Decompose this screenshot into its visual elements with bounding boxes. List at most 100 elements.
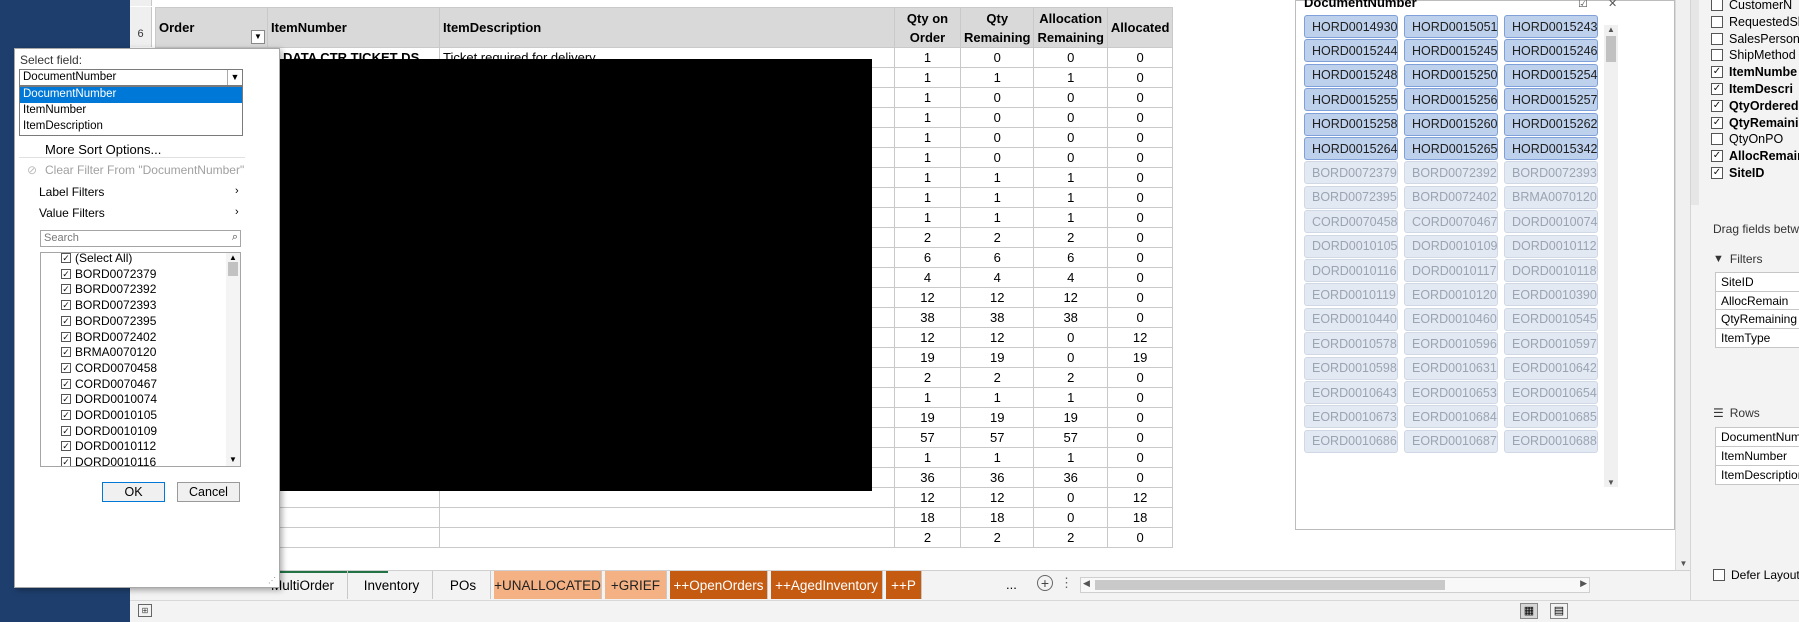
slicer-item[interactable]: EORD0010688	[1504, 429, 1598, 453]
cell-qty[interactable]: 1	[894, 127, 961, 148]
value-checkbox[interactable]: ✓	[61, 315, 71, 326]
header-order[interactable]: Order ▼	[155, 7, 268, 48]
cell-remaining[interactable]: 6	[959, 247, 1035, 268]
slicer-item[interactable]: EORD0010642	[1504, 356, 1598, 380]
row-field-chip[interactable]: DocumentNum	[1715, 427, 1799, 447]
cell-qty[interactable]: 12	[894, 487, 961, 508]
sheet-tab[interactable]: +GRIEF	[605, 571, 667, 599]
row-field-chip[interactable]: ItemNumber	[1715, 446, 1799, 466]
slicer-item[interactable]: BORD0072393	[1504, 161, 1598, 185]
field-item[interactable]: ✓ QtyOrdered	[1711, 99, 1798, 113]
cell-allocated[interactable]: 0	[1106, 247, 1174, 268]
cell-qty[interactable]: 2	[894, 227, 961, 248]
cell-remaining[interactable]: 2	[959, 527, 1035, 548]
cell-remaining[interactable]: 1	[959, 67, 1035, 88]
cell-remaining[interactable]: 0	[959, 47, 1035, 68]
header-itemdescription[interactable]: ItemDescription	[439, 7, 895, 48]
cell-qty[interactable]: 12	[894, 287, 961, 308]
cell-qty[interactable]: 1	[894, 167, 961, 188]
value-checkbox[interactable]: ✓	[61, 394, 71, 405]
cell-qty[interactable]: 57	[894, 427, 961, 448]
slicer-item[interactable]: HORD0015258	[1304, 112, 1398, 136]
cell-allocated[interactable]: 0	[1106, 467, 1174, 488]
cell-allocated[interactable]: 0	[1106, 287, 1174, 308]
scroll-down-icon[interactable]: ▼	[226, 455, 240, 464]
cell-allocated[interactable]: 0	[1106, 527, 1174, 548]
filter-field-chip[interactable]: AllocRemain	[1715, 290, 1799, 311]
slicer-item[interactable]: EORD0010686	[1304, 429, 1398, 453]
cell-allocated[interactable]: 0	[1106, 107, 1174, 128]
tab-options-icon[interactable]: ⋮	[1060, 575, 1073, 591]
cell-allocated[interactable]: 0	[1106, 387, 1174, 408]
cell-remaining[interactable]: 2	[959, 367, 1035, 388]
clear-filter-item[interactable]: Clear Filter From "DocumentNumber"	[45, 163, 244, 177]
cell-alloc-remaining[interactable]: 57	[1033, 427, 1108, 448]
cell-qty[interactable]: 19	[894, 347, 961, 368]
cell-remaining[interactable]: 1	[959, 387, 1035, 408]
cell-qty[interactable]: 18	[894, 507, 961, 528]
slicer-item[interactable]: HORD0015262	[1504, 112, 1598, 136]
slicer-item[interactable]: DORD0010105	[1304, 234, 1398, 258]
filter-value-item[interactable]: ✓ CORD0070467	[61, 377, 157, 391]
slicer-item[interactable]: EORD0010598	[1304, 356, 1398, 380]
cell-allocated[interactable]: 0	[1106, 147, 1174, 168]
cell-itemdescription[interactable]	[439, 507, 895, 528]
field-item[interactable]: SalesPersonI	[1711, 32, 1799, 46]
slicer-item[interactable]: EORD0010596	[1404, 332, 1498, 356]
cell-remaining[interactable]: 4	[959, 267, 1035, 288]
field-item[interactable]: ✓ ItemNumbe	[1711, 65, 1797, 79]
cell-itemnumber[interactable]	[267, 507, 440, 528]
filter-value-item[interactable]: ✓ BORD0072393	[61, 298, 156, 312]
cell-remaining[interactable]: 0	[959, 87, 1035, 108]
option-documentnumber[interactable]: DocumentNumber	[20, 87, 242, 103]
value-checkbox[interactable]: ✓	[61, 347, 71, 358]
value-checkbox[interactable]: ✓	[61, 378, 71, 389]
cell-allocated[interactable]: 0	[1106, 207, 1174, 228]
slicer-item[interactable]: HORD0015260	[1404, 112, 1498, 136]
value-checkbox[interactable]: ✓	[61, 457, 71, 466]
filter-value-item[interactable]: ✓ BRMA0070120	[61, 345, 156, 359]
slicer-item[interactable]: HORD0015051	[1404, 15, 1498, 38]
slicer-item[interactable]: EORD0010684	[1404, 405, 1498, 429]
cell-alloc-remaining[interactable]: 1	[1033, 167, 1108, 188]
clear-filter-icon[interactable]: ✕	[1608, 0, 1617, 10]
slicer-item[interactable]: EORD0010545	[1504, 307, 1598, 331]
value-filters-item[interactable]: Value Filters	[39, 206, 105, 220]
cell-alloc-remaining[interactable]: 1	[1033, 387, 1108, 408]
sheet-tab[interactable]: ++AgedInventory	[771, 571, 883, 599]
cell-qty[interactable]: 6	[894, 247, 961, 268]
slicer-item[interactable]: EORD0010120	[1404, 283, 1498, 307]
multi-select-icon[interactable]: ☑	[1578, 0, 1588, 10]
slicer-item[interactable]: DORD0010117	[1404, 259, 1498, 282]
slicer-item[interactable]: HORD0015265	[1404, 137, 1498, 160]
horizontal-scrollbar[interactable]: ◀ ▶	[1080, 577, 1590, 593]
cell-allocated[interactable]: 0	[1106, 407, 1174, 428]
cell-remaining[interactable]: 1	[959, 187, 1035, 208]
cell-remaining[interactable]: 2	[959, 227, 1035, 248]
cell-alloc-remaining[interactable]: 1	[1033, 187, 1108, 208]
cancel-button[interactable]: Cancel	[177, 482, 240, 502]
filter-value-item[interactable]: ✓ DORD0010112	[61, 439, 156, 453]
slicer-item[interactable]: EORD0010119	[1304, 283, 1398, 307]
value-checkbox[interactable]: ✓	[61, 300, 71, 311]
cell-alloc-remaining[interactable]: 19	[1033, 407, 1108, 428]
defer-layout[interactable]: Defer Layout	[1713, 568, 1799, 582]
cell-alloc-remaining[interactable]: 36	[1033, 467, 1108, 488]
slicer-item[interactable]: HORD0015342	[1504, 137, 1598, 160]
cell-alloc-remaining[interactable]: 6	[1033, 247, 1108, 268]
normal-view-icon[interactable]: ▦	[1520, 603, 1538, 619]
cell-alloc-remaining[interactable]: 0	[1033, 107, 1108, 128]
slicer-item[interactable]: HORD0015245	[1404, 39, 1498, 63]
cell-alloc-remaining[interactable]: 0	[1033, 147, 1108, 168]
option-itemnumber[interactable]: ItemNumber	[20, 103, 242, 119]
cell-alloc-remaining[interactable]: 2	[1033, 227, 1108, 248]
slicer-item[interactable]: EORD0010687	[1404, 429, 1498, 453]
cell-remaining[interactable]: 1	[959, 207, 1035, 228]
cell-qty[interactable]: 1	[894, 47, 961, 68]
filter-value-item[interactable]: ✓ BORD0072395	[61, 314, 156, 328]
cell-qty[interactable]: 1	[894, 187, 961, 208]
cell-remaining[interactable]: 57	[959, 427, 1035, 448]
slicer-item[interactable]: HORD0015244	[1304, 39, 1398, 63]
scroll-up-icon[interactable]: ▲	[1604, 25, 1618, 34]
filter-value-item[interactable]: ✓ DORD0010109	[61, 424, 157, 438]
